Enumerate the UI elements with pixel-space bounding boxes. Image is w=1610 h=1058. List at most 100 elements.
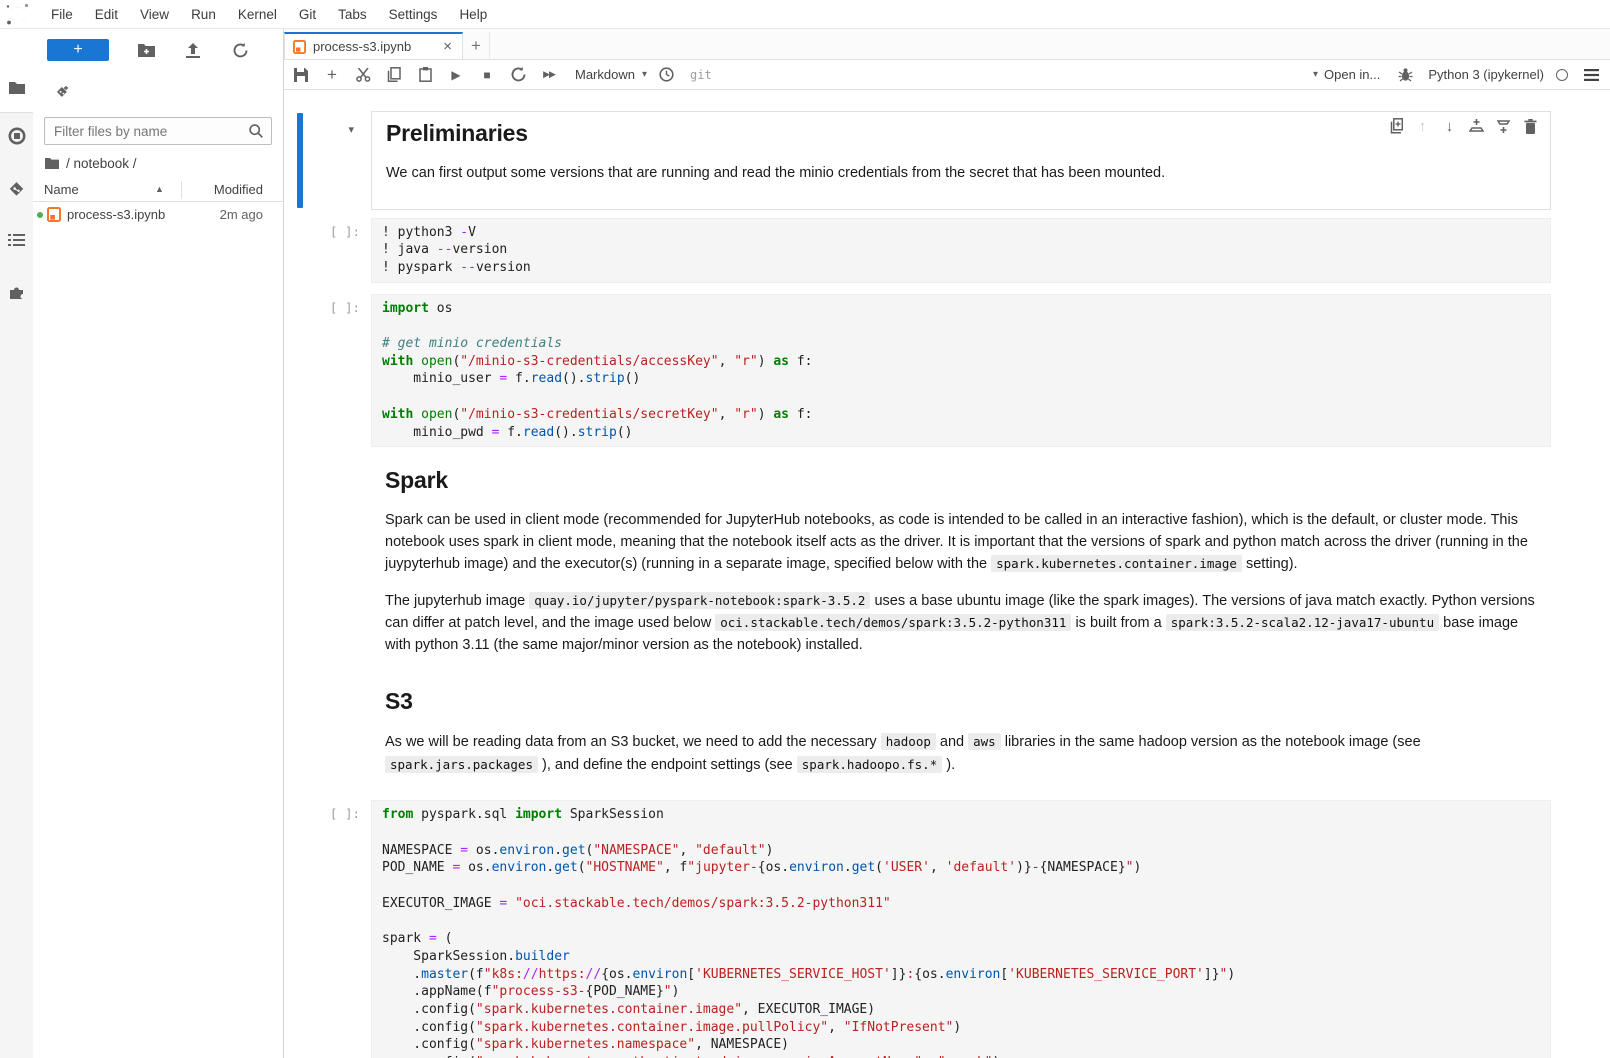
file-row[interactable]: process-s3.ipynb 2m ago [33, 203, 283, 227]
file-browser-panel: + / notebook / Name ▲ Modified [33, 29, 284, 1058]
sort-ascending-icon: ▲ [155, 184, 164, 194]
inline-code: hadoop [881, 733, 936, 750]
cell-type-select[interactable]: Markdown ▾ [575, 67, 647, 82]
menu-item-settings[interactable]: Settings [378, 7, 449, 22]
paste-cells-button[interactable] [416, 63, 434, 87]
menu-item-kernel[interactable]: Kernel [227, 7, 288, 22]
menu-item-view[interactable]: View [129, 7, 180, 22]
markdown-heading: Spark [385, 467, 1537, 494]
toolbar-menu-button[interactable] [1582, 63, 1600, 87]
new-launcher-button[interactable]: + [47, 39, 109, 61]
bug-icon [1398, 67, 1413, 82]
inline-code: quay.io/jupyter/pyspark-notebook:spark-3… [529, 592, 870, 609]
code-line: ! pyspark --version [382, 259, 1540, 277]
kernel-name[interactable]: Python 3 (ipykernel) [1428, 67, 1544, 82]
code-cell-editor[interactable]: import os # get minio credentialswith op… [371, 294, 1551, 448]
restart-kernel-button[interactable] [509, 63, 527, 87]
code-cell[interactable]: [ ]:from pyspark.sql import SparkSession… [284, 800, 1610, 1058]
table-of-contents-icon[interactable] [0, 225, 33, 255]
code-line [382, 877, 1540, 895]
git-clone-button[interactable] [55, 81, 70, 103]
code-line [382, 824, 1540, 842]
cell-list: ▾ PreliminariesWe can first output some v… [284, 90, 1610, 1058]
heading-collapser-icon[interactable]: ▾ [348, 123, 354, 136]
menu-items: FileEditViewRunKernelGitTabsSettingsHelp [40, 7, 498, 22]
markdown-cell[interactable]: S3As we will be reading data from an S3 … [284, 668, 1610, 788]
menu-item-help[interactable]: Help [448, 7, 498, 22]
running-sessions-icon[interactable] [0, 121, 33, 151]
delete-cell-button[interactable] [1517, 115, 1544, 137]
kernel-status-icon[interactable] [1556, 69, 1568, 81]
tab-process-s3[interactable]: process-s3.ipynb × [284, 32, 463, 59]
markdown-cell[interactable]: ▾ PreliminariesWe can first output some v… [284, 111, 1610, 210]
code-cell[interactable]: [ ]:! python3 -V! java --version! pyspar… [284, 218, 1610, 283]
code-line: with open("/minio-s3-credentials/secretK… [382, 406, 1540, 424]
new-folder-button[interactable] [136, 40, 156, 60]
activity-divider [0, 112, 33, 113]
tab-close-icon[interactable]: × [441, 38, 454, 55]
code-line: # get minio credentials [382, 335, 1540, 353]
code-line: ! java --version [382, 241, 1540, 259]
run-cell-button[interactable]: ▶ [447, 63, 465, 87]
insert-below-icon [1496, 119, 1511, 133]
cell-gutter: [ ]: [284, 800, 371, 1058]
markdown-cell-content[interactable]: PreliminariesWe can first output some ve… [371, 111, 1551, 210]
column-header-modified[interactable]: Modified [214, 182, 263, 197]
column-divider [181, 181, 182, 199]
code-cell[interactable]: [ ]:import os # get minio credentialswit… [284, 294, 1610, 448]
filter-files-box [44, 117, 272, 145]
menu-item-git[interactable]: Git [288, 7, 327, 22]
code-line: .config("spark.kubernetes.namespace", NA… [382, 1036, 1540, 1054]
new-tab-button[interactable]: + [463, 32, 490, 59]
code-line: .master(f"k8s://https://{os.environ['KUB… [382, 966, 1540, 984]
filter-files-input[interactable] [45, 124, 249, 139]
notebook-tab-icon [293, 40, 306, 54]
menu-item-file[interactable]: File [40, 7, 84, 22]
breadcrumb[interactable]: / notebook / [45, 153, 137, 173]
git-status-label: git [690, 68, 712, 82]
code-line: NAMESPACE = os.environ.get("NAMESPACE", … [382, 842, 1540, 860]
markdown-heading: Preliminaries [386, 120, 1536, 147]
execution-time-button[interactable] [657, 63, 675, 87]
debugger-button[interactable] [1396, 63, 1414, 87]
menu-item-tabs[interactable]: Tabs [327, 7, 378, 22]
code-cell-editor[interactable]: ! python3 -V! java --version! pyspark --… [371, 218, 1551, 283]
duplicate-cell-button[interactable] [1382, 115, 1409, 137]
restart-run-all-button[interactable]: ▶▶ [540, 63, 558, 87]
insert-cell-below-button[interactable] [1490, 115, 1517, 137]
upload-button[interactable] [183, 40, 203, 60]
menu-bar: FileEditViewRunKernelGitTabsSettingsHelp [0, 0, 1610, 29]
move-cell-up-button[interactable]: ↑ [1409, 115, 1436, 137]
copy-cells-button[interactable] [385, 63, 403, 87]
markdown-cell-content[interactable]: S3As we will be reading data from an S3 … [371, 668, 1551, 788]
extension-manager-icon[interactable] [0, 277, 33, 307]
cut-cells-button[interactable] [354, 63, 372, 87]
code-line: .config("spark.kubernetes.container.imag… [382, 1019, 1540, 1037]
insert-cell-above-button[interactable] [1463, 115, 1490, 137]
markdown-cell-content[interactable]: SparkSpark can be used in client mode (r… [371, 447, 1551, 668]
move-cell-down-button[interactable]: ↓ [1436, 115, 1463, 137]
menu-item-edit[interactable]: Edit [84, 7, 129, 22]
interrupt-kernel-button[interactable]: ■ [478, 63, 496, 87]
jupyter-logo-icon [6, 3, 30, 25]
refresh-button[interactable] [230, 40, 250, 60]
inline-code: aws [968, 733, 1001, 750]
column-header-name[interactable]: Name [44, 182, 79, 197]
notebook-scroll-area[interactable]: ▾ PreliminariesWe can first output some v… [284, 90, 1610, 1058]
main-area: process-s3.ipynb × + + ▶ ■ ▶▶ Markdown ▾ [284, 29, 1610, 1058]
menu-item-run[interactable]: Run [180, 7, 227, 22]
open-in-label: Open in... [1324, 67, 1380, 82]
code-line [382, 317, 1540, 335]
cell-toolbar: ↑ ↓ [1382, 115, 1544, 137]
inline-code: spark.kubernetes.container.image [991, 555, 1242, 572]
activity-bar [0, 29, 33, 1058]
insert-cell-button[interactable]: + [323, 63, 341, 87]
markdown-cell[interactable]: SparkSpark can be used in client mode (r… [284, 447, 1610, 668]
file-browser-icon[interactable] [0, 73, 33, 103]
code-cell-editor[interactable]: from pyspark.sql import SparkSession NAM… [371, 800, 1551, 1058]
git-sidebar-icon[interactable] [0, 173, 33, 203]
save-button[interactable] [292, 63, 310, 87]
code-line: EXECUTOR_IMAGE = "oci.stackable.tech/dem… [382, 895, 1540, 913]
open-in-dropdown[interactable]: ▾ Open in... [1313, 67, 1380, 82]
duplicate-icon [1388, 118, 1403, 134]
